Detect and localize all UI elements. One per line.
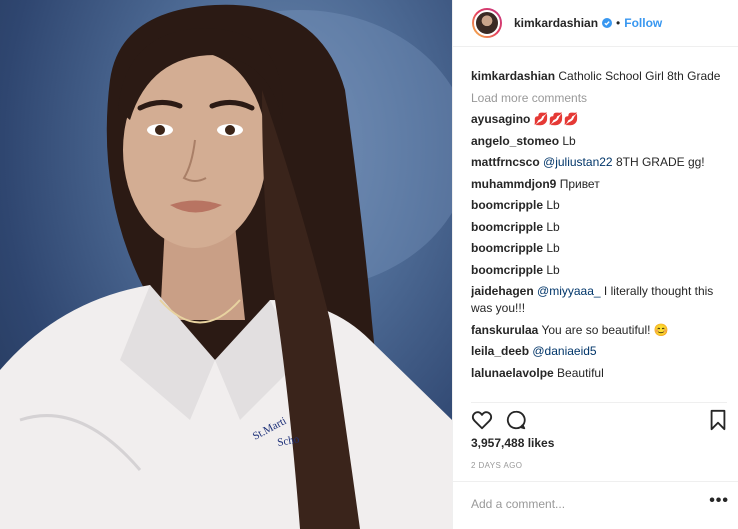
add-comment-input[interactable]: Add a comment...	[471, 497, 565, 511]
load-more-comments-button[interactable]: Load more comments	[471, 91, 733, 105]
comment-text: Lb	[546, 198, 560, 212]
comment-row: mattfrncsco @juliustan22 8TH GRADE gg!	[471, 154, 733, 171]
likes-count[interactable]: 3,957,488 likes	[471, 436, 554, 450]
post-side-panel: kimkardashian • Follow kimkardashian Cat…	[452, 0, 738, 529]
comment-text: 8TH GRADE gg!	[615, 155, 705, 169]
follow-button[interactable]: Follow	[624, 16, 662, 30]
comment-text: 💋💋💋	[533, 112, 579, 126]
comment-mention[interactable]: @daniaeid5	[532, 344, 596, 358]
comment-text: Lb	[562, 133, 576, 148]
comment-username[interactable]: mattfrncsco	[471, 155, 540, 169]
comment-text: Beautiful	[557, 365, 604, 380]
comment-mention[interactable]: @juliustan22	[543, 155, 613, 169]
comment-row: jaidehagen @miyyaaa_ I literally thought…	[471, 283, 733, 317]
action-bar	[471, 402, 729, 431]
post-header: kimkardashian • Follow	[453, 0, 738, 47]
comment-username[interactable]: boomcripple	[471, 198, 543, 212]
verified-badge-icon	[602, 18, 613, 28]
comment-username[interactable]: fanskurulaa	[471, 323, 538, 337]
comment-username[interactable]: muhammdjon9	[471, 177, 556, 191]
comment-row: angelo_stomeo Lb	[471, 133, 733, 150]
comment-row: boomcripple Lb	[471, 262, 733, 279]
comment-row: boomcripple Lb	[471, 240, 733, 257]
more-options-icon[interactable]: •••	[709, 492, 729, 510]
comment-text: Lb	[546, 241, 560, 255]
avatar[interactable]	[472, 8, 502, 38]
comment-username[interactable]: jaidehagen	[471, 284, 534, 298]
comment-row: fanskurulaa You are so beautiful! 😊	[471, 322, 733, 339]
comment-text: Lb	[546, 262, 560, 277]
comment-username[interactable]: lalunaelavolpe	[471, 366, 554, 380]
bookmark-icon[interactable]	[707, 409, 729, 431]
separator-dot: •	[616, 16, 621, 30]
add-comment-bar: Add a comment... •••	[453, 481, 738, 529]
post-caption: kimkardashian Catholic School Girl 8th G…	[471, 68, 733, 85]
heart-icon[interactable]	[471, 409, 493, 431]
comment-username[interactable]: boomcripple	[471, 220, 543, 234]
header-username[interactable]: kimkardashian	[514, 16, 598, 30]
comment-username[interactable]: ayusagino	[471, 112, 530, 126]
comment-row: boomcripple Lb	[471, 219, 733, 236]
comment-mention[interactable]: @miyyaaa_	[537, 284, 601, 298]
comment-row: muhammdjon9 Привет	[471, 176, 733, 193]
comment-text: Привет	[559, 176, 600, 191]
post-photo[interactable]: St.Marti Scho	[0, 0, 452, 529]
comment-row: leila_deeb @daniaeid5	[471, 343, 733, 360]
comment-text: Lb	[546, 219, 560, 234]
post-timestamp[interactable]: 2 DAYS AGO	[471, 461, 522, 470]
instagram-post: St.Marti Scho kimkardashian • Follow kim…	[0, 0, 738, 529]
comment-username[interactable]: leila_deeb	[471, 344, 529, 358]
caption-username[interactable]: kimkardashian	[471, 69, 555, 83]
comment-row: ayusagino 💋💋💋	[471, 111, 733, 128]
comment-row: lalunaelavolpe Beautiful	[471, 365, 733, 382]
comment-icon[interactable]	[505, 409, 527, 431]
comment-username[interactable]: angelo_stomeo	[471, 134, 559, 148]
comment-username[interactable]: boomcripple	[471, 241, 543, 255]
comments-list: kimkardashian Catholic School Girl 8th G…	[471, 68, 733, 398]
caption-text: Catholic School Girl 8th Grade	[558, 69, 721, 83]
portrait-illustration: St.Marti Scho	[0, 4, 452, 529]
comment-text: You are so beautiful! 😊	[541, 322, 669, 337]
comment-username[interactable]: boomcripple	[471, 263, 543, 277]
comment-row: boomcripple Lb	[471, 197, 733, 214]
